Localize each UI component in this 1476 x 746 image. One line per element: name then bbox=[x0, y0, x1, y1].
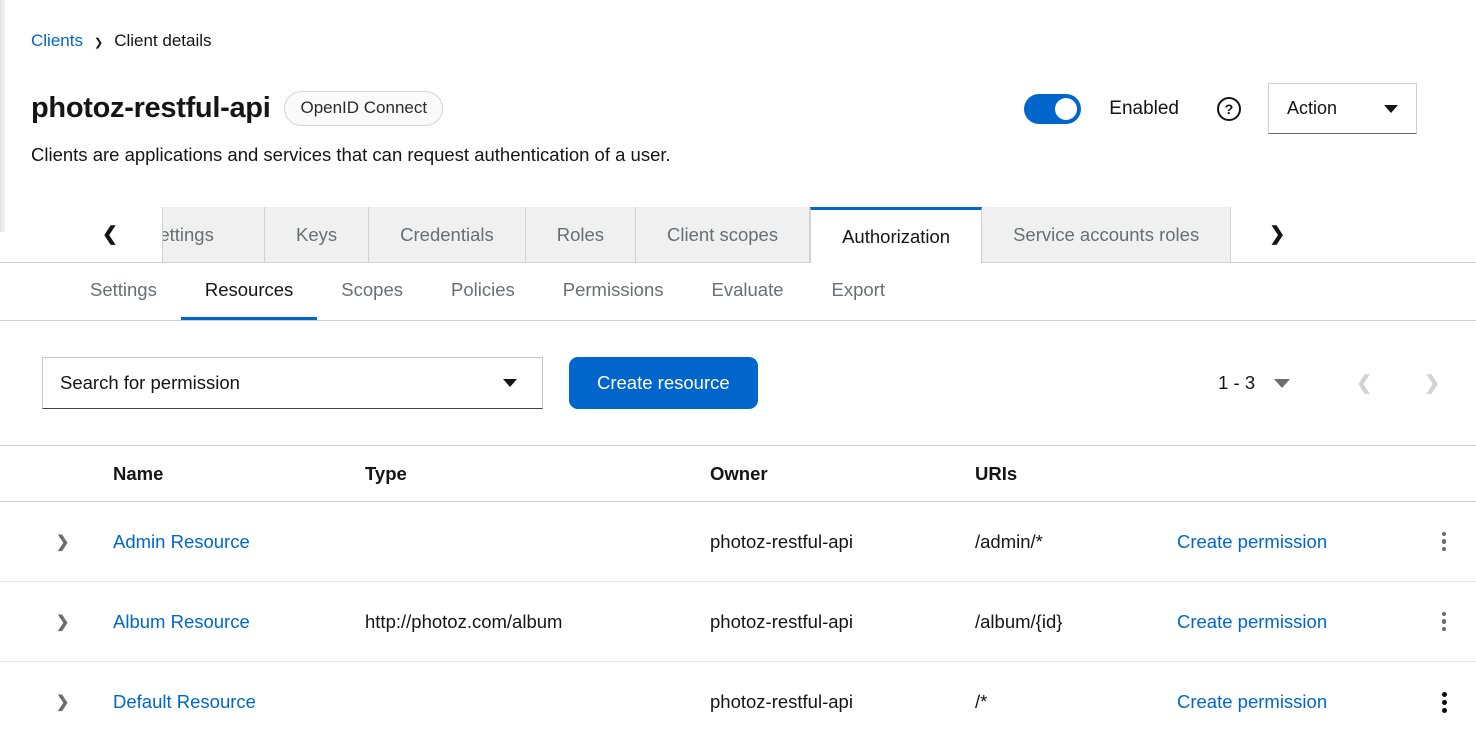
breadcrumb-clients-link[interactable]: Clients bbox=[31, 31, 83, 51]
tab-settings[interactable]: Settings bbox=[162, 207, 265, 262]
subtab-resources[interactable]: Resources bbox=[181, 263, 317, 320]
tab-service-accounts-roles[interactable]: Service accounts roles bbox=[982, 207, 1231, 262]
row-kebab-menu-button[interactable] bbox=[1436, 606, 1453, 638]
subtab-export[interactable]: Export bbox=[808, 263, 909, 320]
tab-roles[interactable]: Roles bbox=[526, 207, 636, 262]
page-description: Clients are applications and services th… bbox=[0, 134, 1476, 166]
resource-owner: photoz-restful-api bbox=[697, 691, 962, 713]
header-name: Name bbox=[100, 463, 352, 485]
pagination-prev-button[interactable]: ❮ bbox=[1356, 372, 1372, 395]
page-header: photoz-restful-api OpenID Connect Enable… bbox=[0, 51, 1476, 134]
chevron-right-icon: ❯ bbox=[1269, 223, 1285, 246]
tabs-scroll-left-button[interactable]: ❮ bbox=[0, 207, 162, 262]
caret-down-icon bbox=[1274, 379, 1290, 388]
row-expand-button[interactable]: ❯ bbox=[0, 532, 100, 552]
tabs-scroll-right-button[interactable]: ❯ bbox=[1231, 207, 1323, 262]
tab-credentials[interactable]: Credentials bbox=[369, 207, 526, 262]
table-row: ❯ Album Resource http://photoz.com/album… bbox=[0, 582, 1476, 662]
pagination-range-label: 1 - 3 bbox=[1218, 372, 1255, 394]
table-row: ❯ Default Resource photoz-restful-api /*… bbox=[0, 662, 1476, 742]
create-resource-button[interactable]: Create resource bbox=[569, 357, 758, 409]
header-uris: URIs bbox=[962, 463, 1162, 485]
search-permission-dropdown[interactable]: Search for permission bbox=[42, 357, 543, 409]
main-tabs: ❮ Settings Keys Credentials Roles Client… bbox=[0, 207, 1476, 263]
row-kebab-menu-button[interactable] bbox=[1436, 526, 1453, 558]
create-permission-link[interactable]: Create permission bbox=[1177, 691, 1327, 712]
row-expand-button[interactable]: ❯ bbox=[0, 612, 100, 632]
resource-name-link[interactable]: Admin Resource bbox=[113, 531, 250, 552]
tab-authorization[interactable]: Authorization bbox=[810, 207, 982, 263]
search-permission-value: Search for permission bbox=[60, 372, 240, 394]
header-owner: Owner bbox=[697, 463, 962, 485]
resource-name-link[interactable]: Album Resource bbox=[113, 611, 250, 632]
breadcrumb-current: Client details bbox=[114, 31, 211, 51]
enabled-toggle[interactable] bbox=[1024, 94, 1081, 124]
subtab-policies[interactable]: Policies bbox=[427, 263, 539, 320]
tab-client-scopes[interactable]: Client scopes bbox=[636, 207, 810, 262]
tab-keys[interactable]: Keys bbox=[265, 207, 369, 262]
create-permission-link[interactable]: Create permission bbox=[1177, 611, 1327, 632]
row-expand-button[interactable]: ❯ bbox=[0, 692, 100, 712]
resources-toolbar: Search for permission Create resource 1 … bbox=[0, 357, 1476, 409]
create-permission-link[interactable]: Create permission bbox=[1177, 531, 1327, 552]
page-left-edge bbox=[0, 0, 5, 232]
breadcrumb-separator-icon: ❯ bbox=[94, 34, 103, 49]
pagination: 1 - 3 ❮ ❯ bbox=[1218, 372, 1440, 395]
subtab-permissions[interactable]: Permissions bbox=[539, 263, 688, 320]
resources-table: Name Type Owner URIs ❯ Admin Resource ph… bbox=[0, 445, 1476, 742]
action-dropdown[interactable]: Action bbox=[1268, 83, 1417, 134]
header-type: Type bbox=[352, 463, 697, 485]
resource-uris: /* bbox=[962, 691, 1162, 713]
pagination-next-button[interactable]: ❯ bbox=[1424, 372, 1440, 395]
caret-down-icon bbox=[1384, 105, 1398, 113]
resource-uris: /album/{id} bbox=[962, 611, 1162, 633]
pagination-range-dropdown[interactable]: 1 - 3 bbox=[1218, 372, 1290, 394]
action-dropdown-label: Action bbox=[1287, 98, 1337, 119]
enabled-label: Enabled bbox=[1109, 98, 1179, 120]
resource-owner: photoz-restful-api bbox=[697, 611, 962, 633]
subtab-scopes[interactable]: Scopes bbox=[317, 263, 427, 320]
protocol-badge: OpenID Connect bbox=[284, 91, 443, 125]
resource-uris: /admin/* bbox=[962, 531, 1162, 553]
table-row: ❯ Admin Resource photoz-restful-api /adm… bbox=[0, 502, 1476, 582]
row-kebab-menu-button[interactable] bbox=[1436, 686, 1453, 719]
subtab-settings[interactable]: Settings bbox=[66, 263, 181, 320]
chevron-left-icon: ❮ bbox=[102, 223, 118, 246]
caret-down-icon bbox=[503, 379, 517, 387]
toggle-knob bbox=[1055, 98, 1077, 120]
help-icon[interactable]: ? bbox=[1217, 97, 1241, 121]
resource-name-link[interactable]: Default Resource bbox=[113, 691, 256, 712]
page-title: photoz-restful-api bbox=[31, 92, 270, 125]
breadcrumb: Clients ❯ Client details bbox=[0, 0, 1476, 51]
table-header-row: Name Type Owner URIs bbox=[0, 445, 1476, 502]
header-controls: Enabled ? Action bbox=[1024, 83, 1417, 134]
authorization-subtabs: Settings Resources Scopes Policies Permi… bbox=[0, 263, 1476, 321]
resource-type: http://photoz.com/album bbox=[352, 611, 697, 633]
title-group: photoz-restful-api OpenID Connect bbox=[31, 91, 443, 125]
resource-owner: photoz-restful-api bbox=[697, 531, 962, 553]
subtab-evaluate[interactable]: Evaluate bbox=[688, 263, 808, 320]
